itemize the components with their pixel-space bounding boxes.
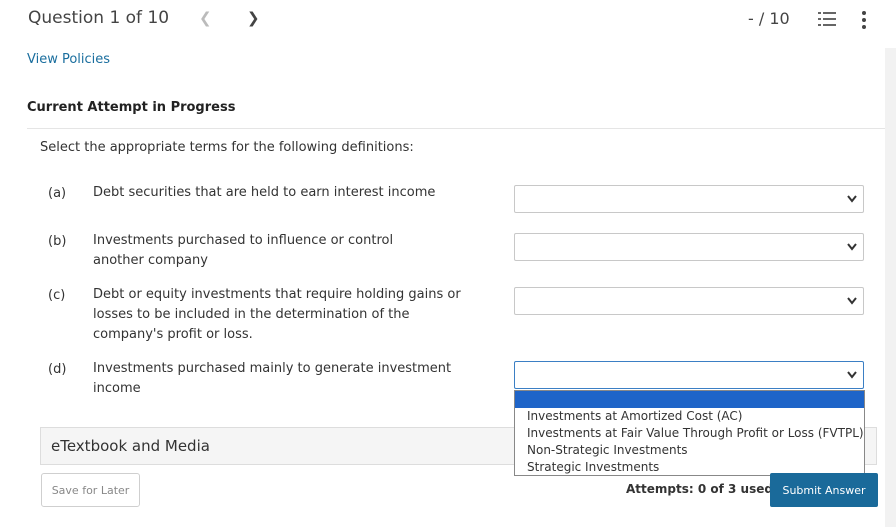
question-c-letter: (c) (48, 288, 66, 303)
dropdown-option-amortized-cost[interactable]: Investments at Amortized Cost (AC) (527, 409, 742, 423)
answer-select-b[interactable] (514, 233, 864, 261)
answer-dropdown-list: Investments at Amortized Cost (AC) Inves… (514, 390, 865, 476)
chevron-left-icon[interactable]: ❮ (199, 9, 212, 27)
question-a-definition: Debt securities that are held to earn in… (93, 185, 436, 200)
divider (27, 128, 885, 129)
attempt-heading: Current Attempt in Progress (27, 100, 236, 115)
view-policies-link[interactable]: View Policies (27, 52, 110, 67)
question-content: View Policies Current Attempt in Progres… (0, 48, 885, 527)
dropdown-option-non-strategic[interactable]: Non-Strategic Investments (527, 443, 688, 457)
question-b-definition: Investments purchased to influence or co… (93, 233, 394, 268)
dropdown-option-strategic[interactable]: Strategic Investments (527, 460, 659, 474)
kebab-menu-icon[interactable] (861, 10, 867, 30)
instructions-text: Select the appropriate terms for the fol… (40, 140, 414, 155)
chevron-down-icon (847, 243, 857, 251)
question-c-definition: Debt or equity investments that require … (93, 287, 461, 342)
etextbook-media-label: eTextbook and Media (51, 437, 210, 455)
chevron-down-icon (847, 297, 857, 305)
chevron-down-icon (847, 195, 857, 203)
question-counter: Question 1 of 10 (28, 8, 170, 28)
score-display: - / 10 (748, 9, 790, 28)
question-header: Question 1 of 10 ❮ ❯ - / 10 (0, 0, 896, 48)
answer-select-d[interactable] (514, 361, 864, 389)
dropdown-option-fvtpl[interactable]: Investments at Fair Value Through Profit… (527, 426, 864, 440)
question-b-letter: (b) (48, 234, 67, 249)
answer-select-a[interactable] (514, 185, 864, 213)
attempts-counter: Attempts: 0 of 3 used (626, 482, 773, 496)
chevron-down-icon (847, 371, 857, 379)
save-for-later-button[interactable]: Save for Later (41, 473, 140, 507)
question-d-letter: (d) (48, 362, 67, 377)
question-d-definition: Investments purchased mainly to generate… (93, 361, 452, 396)
numbered-list-icon[interactable] (818, 10, 836, 28)
dropdown-option-blank[interactable] (515, 391, 864, 408)
question-a-letter: (a) (48, 186, 67, 201)
answer-select-c[interactable] (514, 287, 864, 315)
submit-answer-button[interactable]: Submit Answer (770, 473, 878, 507)
chevron-right-icon[interactable]: ❯ (247, 9, 260, 27)
